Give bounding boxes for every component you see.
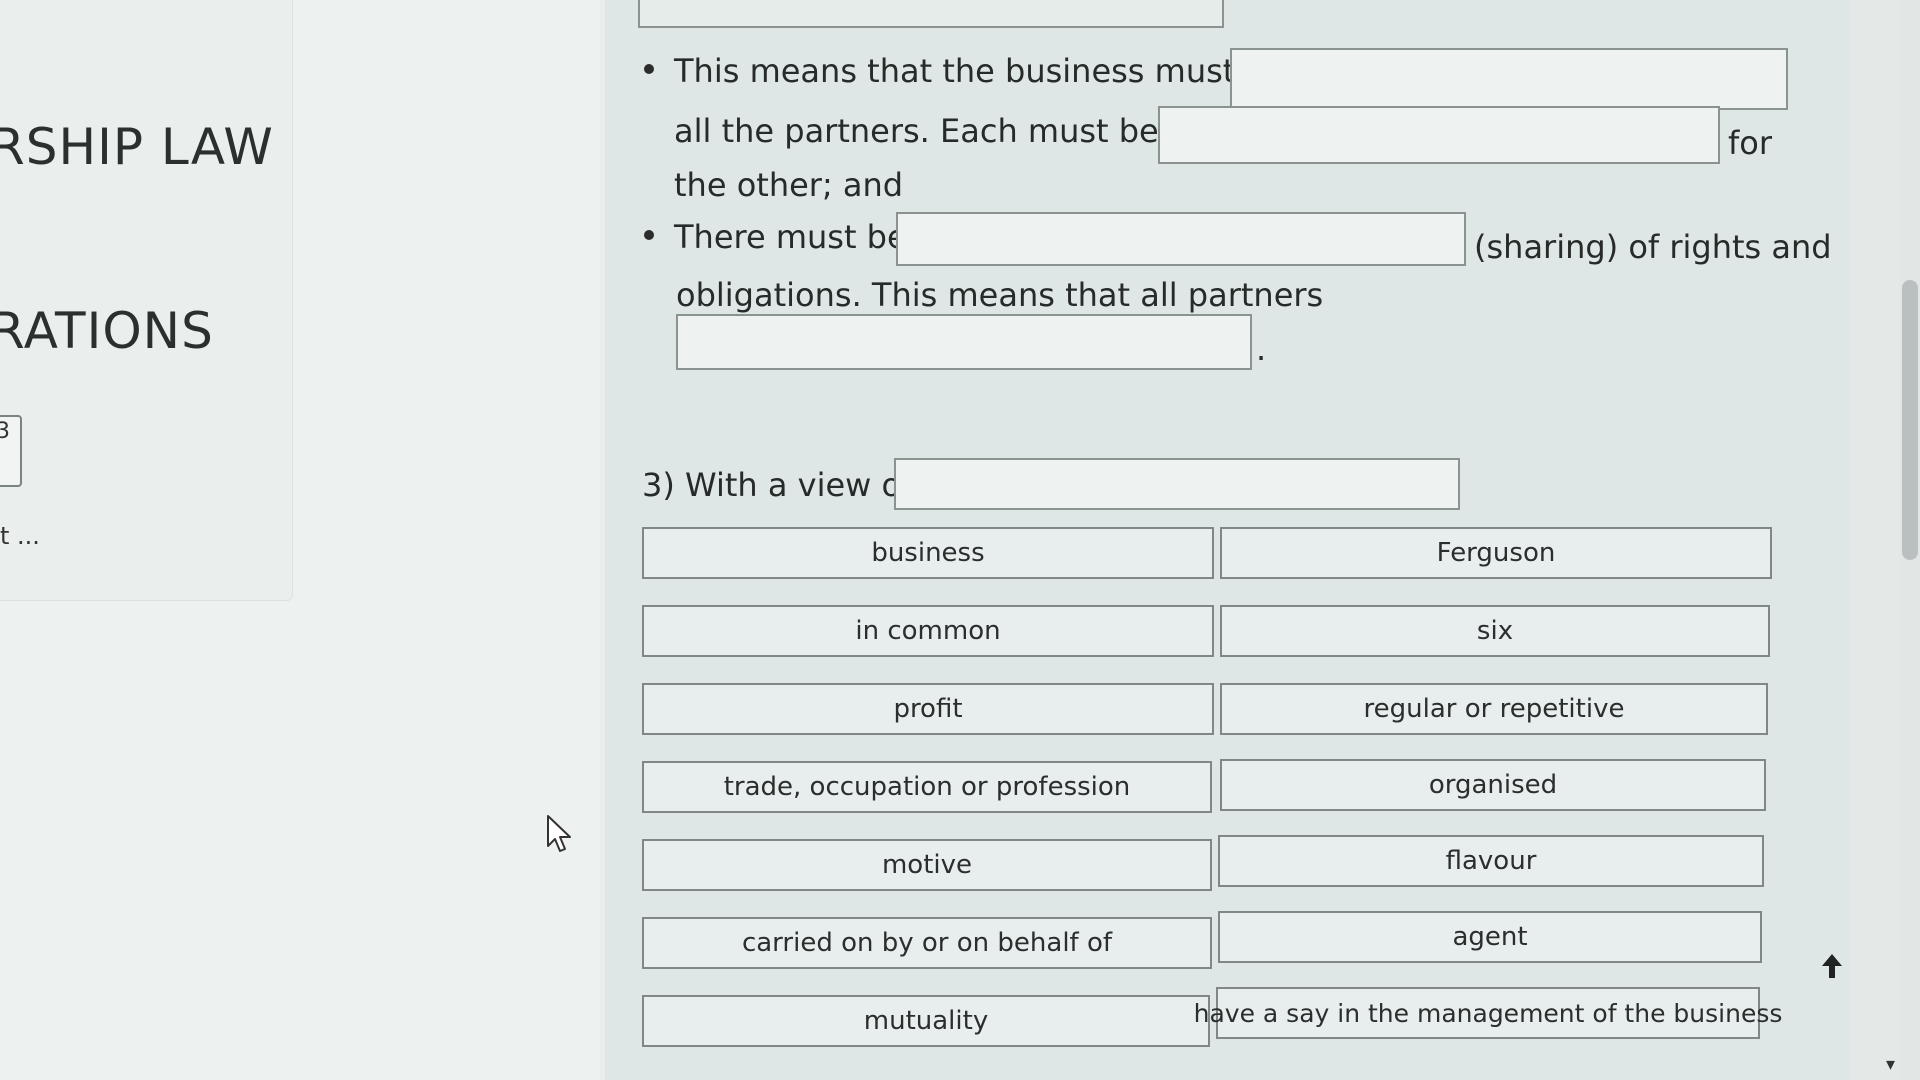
sidebar-page-badge[interactable]: 3 [0, 415, 22, 487]
choice-in-common[interactable]: in common [642, 605, 1214, 657]
bullet-point [644, 230, 654, 240]
question-line-2: all the partners. Each must be an [674, 112, 1209, 150]
bullet-point [644, 64, 654, 74]
question-line-5: obligations. This means that all partner… [676, 276, 1324, 314]
question-line-4-after: (sharing) of rights and [1474, 228, 1832, 266]
choice-six[interactable]: six [1220, 605, 1770, 657]
course-sidebar-panel: RSHIP LAW RATIONS 3 t ... [0, 0, 293, 601]
choice-carried-on-by[interactable]: carried on by or on behalf of [642, 917, 1212, 969]
choice-motive[interactable]: motive [642, 839, 1212, 891]
answer-blank-1[interactable] [1230, 48, 1788, 110]
sidebar-heading-corporations[interactable]: RATIONS [0, 302, 214, 360]
choice-flavour[interactable]: flavour [1218, 835, 1764, 887]
question-line-2-after: for [1728, 124, 1772, 162]
choice-mutuality[interactable]: mutuality [642, 995, 1210, 1047]
question-line-1: This means that the business must be [674, 52, 1286, 90]
choice-agent[interactable]: agent [1218, 911, 1762, 963]
choice-regular-or-repetitive[interactable]: regular or repetitive [1220, 683, 1768, 735]
choice-business[interactable]: business [642, 527, 1214, 579]
scrollbar-thumb[interactable] [1902, 280, 1918, 560]
sidebar-more-link[interactable]: t ... [0, 522, 40, 550]
question-line-4: There must be [674, 218, 907, 256]
answer-blank-2[interactable] [1158, 106, 1720, 164]
answer-blank-3[interactable] [896, 212, 1466, 266]
choice-trade-occupation-profession[interactable]: trade, occupation or profession [642, 761, 1212, 813]
mouse-pointer-icon [547, 815, 571, 852]
question-line-6-after: . [1256, 330, 1267, 368]
choice-organised[interactable]: organised [1220, 759, 1766, 811]
answer-blank-4[interactable] [676, 314, 1252, 370]
arrow-up-icon[interactable] [1816, 950, 1848, 982]
scroll-down-arrow-icon[interactable]: ▾ [1886, 1054, 1895, 1075]
previous-answer-box[interactable] [638, 0, 1224, 28]
question-line-3: the other; and [674, 166, 904, 204]
question-item-3: 3) With a view of [642, 466, 913, 504]
choice-profit[interactable]: profit [642, 683, 1214, 735]
choice-have-a-say[interactable]: have a say in the management of the busi… [1194, 987, 1782, 1039]
sidebar-heading-partnership-law[interactable]: RSHIP LAW [0, 118, 274, 176]
answer-blank-5[interactable] [894, 458, 1460, 510]
choice-ferguson[interactable]: Ferguson [1220, 527, 1772, 579]
